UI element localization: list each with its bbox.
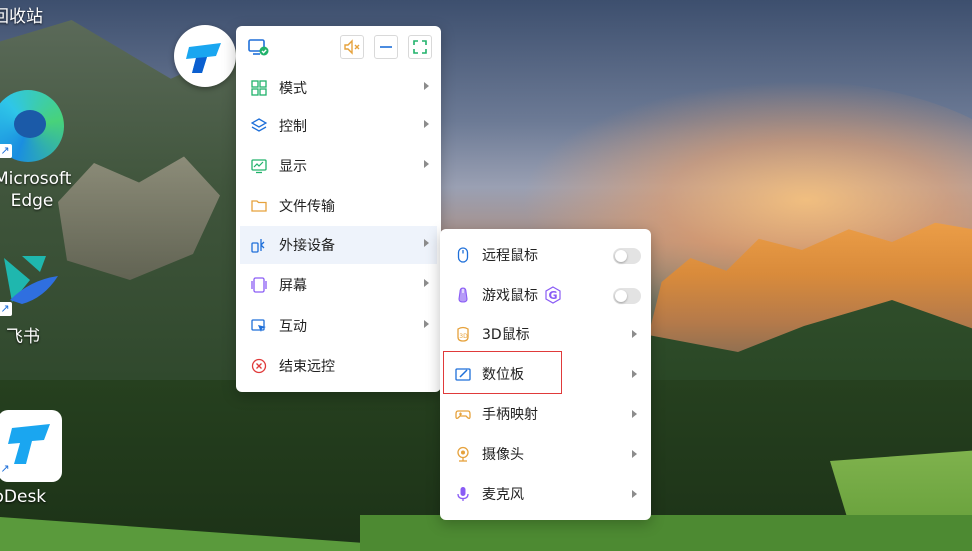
peripheral-icon bbox=[250, 236, 268, 254]
submenu-item-gamepad-mapping[interactable]: 手柄映射 bbox=[444, 395, 647, 433]
screen-select-button[interactable] bbox=[246, 35, 270, 59]
chevron-right-icon bbox=[424, 160, 429, 168]
mouse-icon bbox=[454, 246, 472, 264]
chevron-right-icon bbox=[424, 320, 429, 328]
chevron-right-icon bbox=[632, 410, 637, 418]
3d-mouse-icon: 3D bbox=[454, 325, 472, 343]
todesk-logo-icon bbox=[186, 43, 221, 73]
menu-item-screen[interactable]: 屏幕 bbox=[240, 266, 437, 304]
submenu-item-remote-mouse[interactable]: 远程鼠标 bbox=[444, 236, 647, 274]
chevron-right-icon bbox=[424, 239, 429, 247]
camera-icon bbox=[454, 445, 472, 463]
menu-item-label: 显示 bbox=[279, 159, 307, 175]
menu-item-control[interactable]: 控制 bbox=[240, 107, 437, 145]
menu-item-interact[interactable]: 互动 bbox=[240, 307, 437, 345]
menu-item-file-transfer[interactable]: 文件传输 bbox=[240, 187, 437, 225]
game-mouse-toggle[interactable] bbox=[613, 288, 641, 304]
todesk-floating-ball[interactable] bbox=[174, 25, 236, 87]
chevron-right-icon bbox=[424, 279, 429, 287]
g-badge-icon: G bbox=[544, 286, 562, 304]
menu-item-label: 外接设备 bbox=[279, 238, 335, 254]
minimize-button[interactable] bbox=[374, 35, 398, 59]
layers-icon bbox=[250, 117, 268, 135]
submenu-item-label: 3D鼠标 bbox=[482, 327, 530, 343]
monitor-icon bbox=[250, 157, 268, 175]
chevron-right-icon bbox=[632, 450, 637, 458]
badge-text: G bbox=[548, 288, 558, 302]
menu-item-mode[interactable]: 模式 bbox=[240, 69, 437, 107]
desktop-icon-label: Edge bbox=[10, 191, 54, 211]
shortcut-arrow-icon: ↗ bbox=[0, 462, 12, 476]
chevron-right-icon bbox=[632, 370, 637, 378]
close-circle-icon bbox=[250, 357, 268, 375]
chevron-right-icon bbox=[424, 120, 429, 128]
screen-connected-icon bbox=[248, 39, 269, 56]
menu-item-display[interactable]: 显示 bbox=[240, 147, 437, 185]
chevron-right-icon bbox=[632, 330, 637, 338]
desktop-icon-label: Microsoft bbox=[0, 169, 72, 189]
menu-item-label: 结束远控 bbox=[279, 359, 335, 375]
desktop-icon-label: ToDesk bbox=[0, 487, 47, 507]
submenu-item-3d-mouse[interactable]: 3D 3D鼠标 bbox=[444, 315, 647, 353]
microphone-icon bbox=[454, 485, 472, 503]
gamepad-icon bbox=[454, 405, 472, 423]
svg-text:3D: 3D bbox=[459, 333, 468, 340]
submenu-item-label: 手柄映射 bbox=[482, 407, 538, 423]
remote-mouse-toggle[interactable] bbox=[613, 248, 641, 264]
fullscreen-icon bbox=[413, 40, 427, 54]
highlight-box bbox=[443, 351, 562, 394]
submenu-item-label: 摄像头 bbox=[482, 447, 524, 463]
menu-item-peripherals[interactable]: 外接设备 bbox=[240, 226, 437, 264]
folder-icon bbox=[250, 197, 268, 215]
submenu-item-game-mouse[interactable]: 游戏鼠标 G bbox=[444, 276, 647, 314]
desktop-icon-label: 回收站 bbox=[0, 7, 43, 27]
meadow-bottom bbox=[360, 515, 972, 551]
submenu-item-label: 远程鼠标 bbox=[482, 248, 538, 264]
menu-item-end-remote[interactable]: 结束远控 bbox=[240, 347, 437, 385]
menu-item-label: 互动 bbox=[279, 319, 307, 335]
speaker-muted-icon bbox=[344, 39, 360, 55]
shortcut-arrow-icon: ↗ bbox=[0, 302, 12, 316]
desktop-icon-recycle-bin[interactable]: 回收站 bbox=[0, 6, 43, 28]
menu-item-label: 文件传输 bbox=[279, 199, 335, 215]
menu-item-label: 控制 bbox=[279, 119, 307, 135]
game-mouse-icon bbox=[454, 286, 472, 304]
screen-icon bbox=[250, 276, 268, 294]
submenu-item-label: 麦克风 bbox=[482, 487, 524, 503]
minimize-icon bbox=[380, 46, 392, 48]
menu-item-label: 屏幕 bbox=[279, 278, 307, 294]
mute-button[interactable] bbox=[340, 35, 364, 59]
grid-icon bbox=[250, 79, 268, 97]
menu-item-label: 模式 bbox=[279, 81, 307, 97]
remote-control-menu: 模式 控制 显示 文件传输 外接设备 屏幕 互动 结束远控 bbox=[236, 26, 441, 392]
desktop-icon-label: 飞书 bbox=[6, 327, 40, 347]
submenu-item-microphone[interactable]: 麦克风 bbox=[444, 475, 647, 513]
chevron-right-icon bbox=[424, 82, 429, 90]
chevron-right-icon bbox=[632, 490, 637, 498]
chat-icon bbox=[250, 317, 268, 335]
fullscreen-button[interactable] bbox=[408, 35, 432, 59]
submenu-item-camera[interactable]: 摄像头 bbox=[444, 435, 647, 473]
submenu-item-label: 游戏鼠标 bbox=[482, 288, 538, 304]
shortcut-arrow-icon: ↗ bbox=[0, 144, 12, 158]
